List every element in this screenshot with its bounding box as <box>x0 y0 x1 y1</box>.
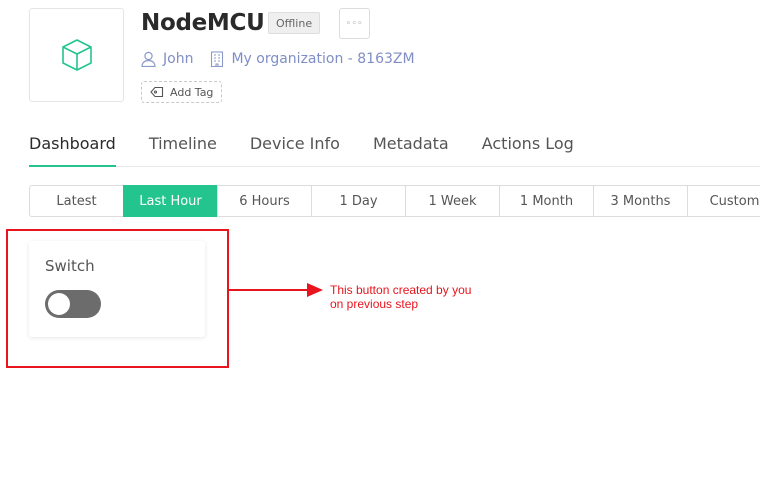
range-last-hour[interactable]: Last Hour <box>123 185 218 217</box>
range-1-month[interactable]: 1 Month <box>499 185 594 217</box>
range-custom[interactable]: Custom <box>687 185 760 217</box>
tab-timeline[interactable]: Timeline <box>149 122 217 166</box>
time-range-selector: Latest Last Hour 6 Hours 1 Day 1 Week 1 … <box>29 185 760 217</box>
device-image <box>29 8 124 102</box>
annotation-text: This button created by you on previous s… <box>330 283 471 311</box>
owner-link[interactable]: John <box>141 51 193 67</box>
range-1-week[interactable]: 1 Week <box>405 185 500 217</box>
tab-metadata[interactable]: Metadata <box>373 122 449 166</box>
annotation-highlight-box <box>6 229 229 368</box>
status-badge: Offline <box>268 12 321 34</box>
annotation-line-1: This button created by you <box>330 283 472 297</box>
range-1-day[interactable]: 1 Day <box>311 185 406 217</box>
annotation-line-2: on previous step <box>330 297 419 311</box>
tab-actions-log[interactable]: Actions Log <box>482 122 574 166</box>
cube-icon <box>61 39 92 71</box>
organization-link[interactable]: My organization - 8163ZM <box>210 51 415 67</box>
range-latest[interactable]: Latest <box>29 185 124 217</box>
add-tag-label: Add Tag <box>170 85 214 99</box>
organization-name: My organization - 8163ZM <box>231 51 415 67</box>
owner-name: John <box>163 51 194 67</box>
more-options-button[interactable]: ◦◦◦ <box>339 8 370 39</box>
user-icon <box>141 51 156 67</box>
tag-icon <box>150 86 164 98</box>
range-6-hours[interactable]: 6 Hours <box>217 185 312 217</box>
add-tag-button[interactable]: Add Tag <box>141 81 223 103</box>
device-meta: John My organization - 8163ZM <box>141 48 432 70</box>
building-icon <box>211 51 224 67</box>
annotation-arrow <box>229 283 323 297</box>
tab-device-info[interactable]: Device Info <box>250 122 340 166</box>
device-tabs: Dashboard Timeline Device Info Metadata … <box>29 122 760 167</box>
more-icon: ◦◦◦ <box>345 18 364 29</box>
tab-dashboard[interactable]: Dashboard <box>29 122 116 167</box>
range-3-months[interactable]: 3 Months <box>593 185 688 217</box>
device-name: NodeMCU <box>141 10 265 36</box>
